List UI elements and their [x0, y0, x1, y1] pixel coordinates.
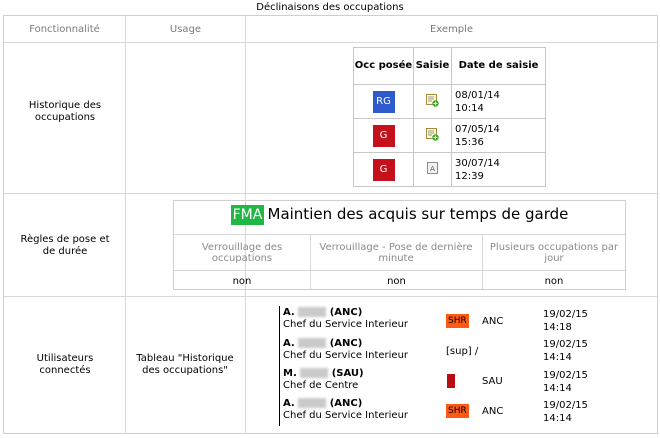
list-item: A. (ANC) Chef du Service Interieur: [283, 307, 443, 331]
header-example: Exemple: [429, 24, 474, 35]
entry-date: 08/01/14: [455, 89, 500, 101]
user-timestamp: 19/02/15 14:14: [543, 399, 588, 425]
users-list-border: [279, 306, 280, 426]
feature-users: Utilisateurs connectés: [36, 353, 94, 376]
user-date: 19/02/15: [543, 400, 588, 411]
redacted-name: [298, 338, 327, 348]
user-date: 19/02/15: [543, 339, 588, 350]
user-code: SAU: [482, 376, 503, 387]
status-badge[interactable]: G: [447, 374, 455, 388]
occupation-badge[interactable]: G: [372, 124, 395, 147]
user-role: Chef du Service Interieur: [283, 319, 409, 330]
user-code: ANC: [482, 406, 504, 417]
status-badge[interactable]: SHR: [446, 314, 469, 328]
rules-divider: [174, 270, 625, 271]
user-time: 14:14: [543, 352, 572, 363]
rules-value-last-minute: non: [387, 276, 406, 287]
col-divider: [125, 16, 126, 434]
user-suffix: (ANC): [329, 398, 363, 409]
col-saisie-header: Saisie: [413, 47, 452, 85]
table-caption: Déclinaisons des occupations: [256, 2, 404, 13]
user-time: 14:14: [543, 383, 572, 394]
user-initial: A.: [283, 307, 295, 318]
usage-users: Tableau "Historique des occupations": [136, 353, 234, 376]
user-code: ANC: [482, 316, 504, 327]
col-date-header: Date de saisie: [451, 47, 546, 85]
rules-value-multiple: non: [544, 276, 564, 287]
user-date: 19/02/15: [543, 309, 588, 320]
entry-time: 15:36: [455, 136, 484, 148]
add-entry-icon: [426, 93, 439, 107]
entry-date: 07/05/14: [455, 123, 500, 135]
rules-badge: FMA: [230, 205, 265, 225]
entry-time: 10:14: [455, 102, 484, 114]
rules-title: Maintien des acquis sur temps de garde: [267, 205, 569, 223]
user-initial: M.: [283, 368, 297, 379]
header-usage: Usage: [169, 24, 202, 35]
user-time: 14:18: [543, 322, 572, 333]
user-timestamp: 19/02/15 14:14: [543, 369, 588, 395]
occupation-history-table: Occ posée Saisie Date de saisie RG 08/01…: [353, 47, 546, 187]
user-suffix: (ANC): [329, 307, 363, 318]
header-feature: Fonctionnalité: [29, 24, 100, 35]
user-date: 19/02/15: [543, 370, 588, 381]
svg-text:A: A: [430, 165, 435, 173]
user-role: Chef de Centre: [283, 380, 359, 391]
col-occ-header: Occ posée: [353, 47, 414, 85]
user-timestamp: 19/02/15 14:18: [543, 308, 588, 334]
occupation-badge[interactable]: G: [372, 158, 395, 181]
user-suffix: (ANC): [329, 338, 363, 349]
user-timestamp: 19/02/15 14:14: [543, 338, 588, 364]
status-text: [sup] /: [446, 346, 479, 357]
rules-col-multiple: Plusieurs occupations par jour: [489, 242, 619, 264]
rules-title-bar: FMA Maintien des acquis sur temps de gar…: [173, 204, 626, 225]
entry-time: 12:39: [455, 170, 484, 182]
list-item: A. (ANC) Chef du Service Interieur: [283, 338, 443, 362]
status-badge[interactable]: SHR: [446, 404, 469, 418]
feature-history: Historique des occupations: [28, 100, 102, 123]
row-divider: [4, 42, 657, 43]
auto-entry-icon: A: [426, 161, 439, 175]
rules-col-lock: Verrouillage des occupations: [201, 242, 283, 264]
table-row: RG 08/01/14 10:14: [353, 84, 546, 119]
table-row: G 07/05/14 15:36: [353, 118, 546, 153]
redacted-name: [300, 368, 329, 378]
user-initial: A.: [283, 338, 295, 349]
row-divider: [4, 193, 657, 194]
redacted-name: [298, 398, 327, 408]
add-entry-icon: [426, 127, 439, 141]
rules-value-lock: non: [232, 276, 252, 287]
list-item: M. (SAU) Chef de Centre: [283, 368, 443, 392]
redacted-name: [298, 307, 327, 317]
list-item: A. (ANC) Chef du Service Interieur: [283, 398, 443, 422]
row-divider: [4, 296, 657, 297]
user-time: 14:14: [543, 413, 572, 424]
feature-rules: Règles de pose et de durée: [20, 234, 110, 257]
rules-divider: [174, 234, 625, 235]
entry-date: 30/07/14: [455, 157, 500, 169]
user-role: Chef du Service Interieur: [283, 350, 409, 361]
table-row: G A 30/07/14 12:39: [353, 152, 546, 187]
user-suffix: (SAU): [331, 368, 364, 379]
rules-col-last-minute: Verrouillage - Pose de dernière minute: [319, 242, 473, 264]
occupation-badge[interactable]: RG: [372, 90, 395, 113]
user-initial: A.: [283, 398, 295, 409]
user-role: Chef du Service Interieur: [283, 410, 409, 421]
